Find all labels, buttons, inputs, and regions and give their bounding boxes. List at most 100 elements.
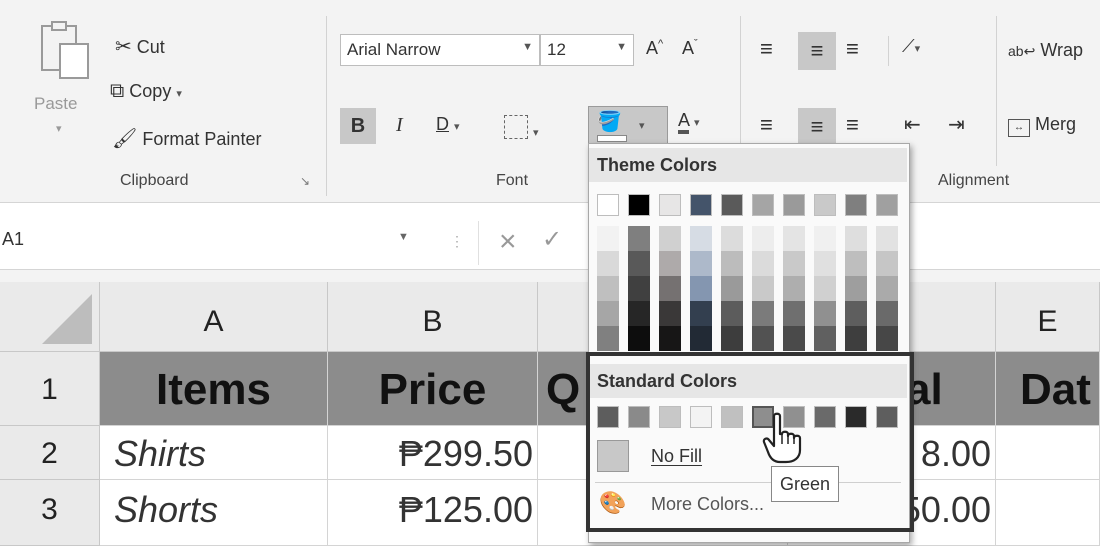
- underline-button[interactable]: D ▾: [436, 114, 460, 135]
- theme-shade-swatch[interactable]: [659, 251, 681, 276]
- theme-shade-swatch[interactable]: [690, 326, 712, 351]
- cell-a1[interactable]: Items: [100, 352, 328, 426]
- theme-shade-swatch[interactable]: [752, 251, 774, 276]
- bold-button[interactable]: B: [340, 108, 376, 144]
- theme-shade-swatch[interactable]: [783, 276, 805, 301]
- theme-shade-swatch[interactable]: [721, 326, 743, 351]
- dialog-launcher-icon[interactable]: ↘: [300, 174, 310, 188]
- cell-b3[interactable]: ₱125.00: [328, 480, 538, 546]
- theme-color-swatch[interactable]: [721, 194, 743, 216]
- theme-shade-swatch[interactable]: [876, 276, 898, 301]
- theme-shade-swatch[interactable]: [876, 226, 898, 251]
- shrink-font-button[interactable]: Aˇ: [682, 38, 698, 59]
- theme-shade-swatch[interactable]: [845, 226, 867, 251]
- theme-shade-swatch[interactable]: [814, 276, 836, 301]
- align-left-button[interactable]: ≡: [760, 112, 773, 138]
- cancel-button[interactable]: ×: [478, 221, 539, 265]
- theme-color-swatch[interactable]: [814, 194, 836, 216]
- theme-shade-swatch[interactable]: [752, 326, 774, 351]
- theme-shade-swatch[interactable]: [845, 276, 867, 301]
- theme-shade-swatch[interactable]: [659, 326, 681, 351]
- merge-button[interactable]: ↔ Merg: [1008, 114, 1076, 137]
- theme-shade-swatch[interactable]: [845, 326, 867, 351]
- theme-shade-swatch[interactable]: [752, 301, 774, 326]
- theme-shade-swatch[interactable]: [628, 251, 650, 276]
- theme-shade-swatch[interactable]: [845, 301, 867, 326]
- row-header-3[interactable]: 3: [0, 480, 100, 546]
- copy-button[interactable]: ⧉ Copy ▾: [110, 80, 182, 103]
- theme-shade-swatch[interactable]: [628, 226, 650, 251]
- theme-color-swatch[interactable]: [659, 194, 681, 216]
- column-header-b[interactable]: B: [328, 282, 538, 352]
- increase-indent-button[interactable]: ⇥: [948, 112, 965, 137]
- theme-shade-swatch[interactable]: [597, 226, 619, 251]
- align-top-button[interactable]: ≡: [760, 36, 773, 62]
- italic-button[interactable]: I: [396, 114, 403, 137]
- align-middle-button[interactable]: ≡: [798, 32, 836, 70]
- column-header-e[interactable]: E: [996, 282, 1100, 352]
- theme-shade-swatch[interactable]: [783, 326, 805, 351]
- theme-shade-swatch[interactable]: [876, 326, 898, 351]
- paste-button[interactable]: Paste ▾: [30, 18, 100, 168]
- theme-shade-swatch[interactable]: [721, 251, 743, 276]
- theme-shade-swatch[interactable]: [783, 251, 805, 276]
- theme-shade-swatch[interactable]: [628, 276, 650, 301]
- theme-color-swatch[interactable]: [876, 194, 898, 216]
- theme-shade-swatch[interactable]: [752, 276, 774, 301]
- borders-button[interactable]: ▾: [504, 112, 539, 141]
- theme-shade-swatch[interactable]: [659, 226, 681, 251]
- theme-color-swatch[interactable]: [783, 194, 805, 216]
- decrease-indent-button[interactable]: ⇤: [904, 112, 921, 137]
- theme-color-swatch[interactable]: [752, 194, 774, 216]
- theme-shade-swatch[interactable]: [752, 226, 774, 251]
- theme-shade-swatch[interactable]: [597, 251, 619, 276]
- cell-e3[interactable]: [996, 480, 1100, 546]
- theme-shade-swatch[interactable]: [690, 301, 712, 326]
- fill-color-button[interactable]: 🪣 ▾: [588, 106, 668, 144]
- theme-shade-swatch[interactable]: [783, 226, 805, 251]
- orientation-button[interactable]: ⟋▾: [902, 36, 920, 57]
- theme-color-swatch[interactable]: [690, 194, 712, 216]
- theme-shade-swatch[interactable]: [597, 326, 619, 351]
- align-bottom-button[interactable]: ≡: [846, 36, 859, 62]
- theme-shade-swatch[interactable]: [845, 251, 867, 276]
- theme-color-swatch[interactable]: [597, 194, 619, 216]
- wrap-text-button[interactable]: ab↩ Wrap: [1008, 40, 1083, 61]
- theme-shade-swatch[interactable]: [597, 301, 619, 326]
- theme-shade-swatch[interactable]: [721, 226, 743, 251]
- theme-shade-swatch[interactable]: [876, 301, 898, 326]
- align-center-button[interactable]: ≡: [798, 108, 836, 146]
- row-header-2[interactable]: 2: [0, 426, 100, 480]
- font-size-combo[interactable]: 12 ▼: [540, 34, 634, 66]
- theme-shade-swatch[interactable]: [690, 276, 712, 301]
- splitter-handle[interactable]: ⋮: [450, 233, 464, 250]
- theme-shade-swatch[interactable]: [814, 251, 836, 276]
- theme-shade-swatch[interactable]: [721, 276, 743, 301]
- row-header-1[interactable]: 1: [0, 352, 100, 426]
- theme-shade-swatch[interactable]: [783, 301, 805, 326]
- theme-shade-swatch[interactable]: [628, 301, 650, 326]
- cell-e1[interactable]: Dat: [996, 352, 1100, 426]
- font-name-combo[interactable]: Arial Narrow ▼: [340, 34, 540, 66]
- cell-e2[interactable]: [996, 426, 1100, 480]
- theme-shade-swatch[interactable]: [814, 226, 836, 251]
- chevron-down-icon[interactable]: ▼: [398, 231, 409, 243]
- cell-b1[interactable]: Price: [328, 352, 538, 426]
- enter-button[interactable]: ✓: [542, 225, 562, 254]
- theme-shade-swatch[interactable]: [814, 301, 836, 326]
- theme-shade-swatch[interactable]: [690, 251, 712, 276]
- name-box[interactable]: A1 ▼: [0, 223, 424, 259]
- theme-shade-swatch[interactable]: [814, 326, 836, 351]
- theme-color-swatch[interactable]: [845, 194, 867, 216]
- theme-shade-swatch[interactable]: [721, 301, 743, 326]
- grow-font-button[interactable]: A^: [646, 38, 663, 59]
- theme-shade-swatch[interactable]: [597, 276, 619, 301]
- cell-b2[interactable]: ₱299.50: [328, 426, 538, 480]
- align-right-button[interactable]: ≡: [846, 112, 859, 138]
- cut-button[interactable]: ✂ Cut: [115, 34, 165, 59]
- cell-a3[interactable]: Shorts: [100, 480, 328, 546]
- theme-shade-swatch[interactable]: [659, 301, 681, 326]
- theme-shade-swatch[interactable]: [659, 276, 681, 301]
- theme-color-swatch[interactable]: [628, 194, 650, 216]
- font-color-button[interactable]: A ▾: [678, 110, 700, 134]
